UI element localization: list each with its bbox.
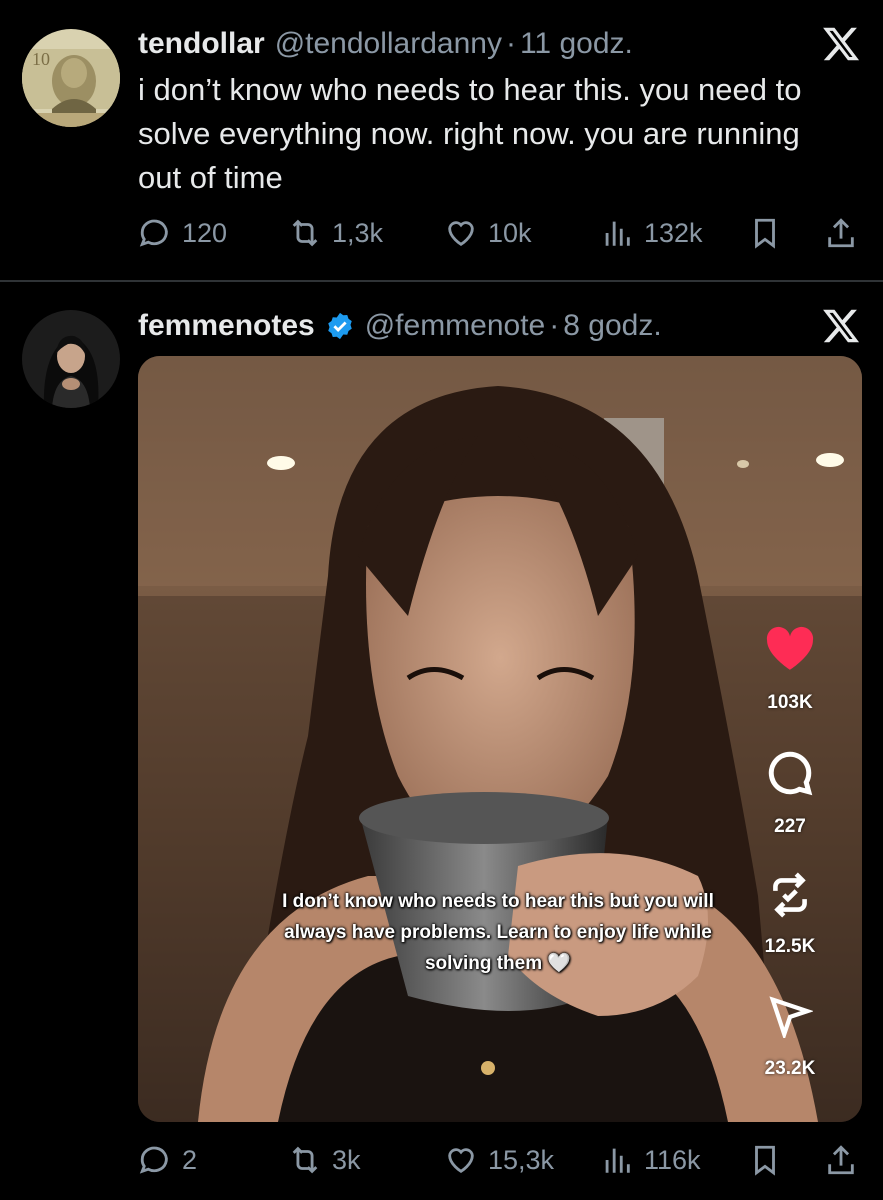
repost-arrows-icon <box>292 219 318 247</box>
heart-icon <box>766 626 814 670</box>
video-share-button[interactable] <box>740 992 840 1038</box>
action-bar: 120 1,3k 10k 132k <box>138 213 860 253</box>
speech-bubble-icon <box>139 1146 168 1174</box>
repost-arrows-icon <box>773 872 807 918</box>
view-count: 132k <box>644 217 703 248</box>
timestamp[interactable]: 11 godz. <box>520 27 633 61</box>
repost-arrows-icon <box>292 1146 318 1174</box>
tweet-femmenotes[interactable]: femmenotes @femmenote · 8 godz. 103K 227… <box>0 282 883 1200</box>
user-handle[interactable]: @femmenote <box>365 309 546 343</box>
share-button[interactable] <box>824 1140 858 1180</box>
view-count: 116k <box>644 1144 701 1175</box>
svg-text:10: 10 <box>32 49 50 69</box>
reply-button[interactable]: 120 <box>138 213 227 253</box>
repost-count: 1,3k <box>332 217 384 248</box>
bookmark-icon <box>755 1145 775 1176</box>
like-count: 15,3k <box>488 1144 555 1175</box>
video-like-button[interactable] <box>740 626 840 672</box>
speech-bubble-icon <box>139 219 168 247</box>
video-comment-count: 227 <box>774 816 806 837</box>
verified-badge-icon <box>327 312 352 340</box>
like-count: 10k <box>488 217 532 248</box>
views-button[interactable]: 116k <box>600 1140 701 1180</box>
like-button[interactable]: 10k <box>444 213 532 253</box>
video-repost-button[interactable] <box>740 870 840 920</box>
avatar[interactable]: 10 <box>22 29 120 127</box>
heart-icon <box>448 221 474 247</box>
video-repost-count: 12.5K <box>764 936 816 957</box>
like-button[interactable]: 15,3k <box>444 1140 554 1180</box>
video-comment-button[interactable] <box>740 748 840 798</box>
share-button[interactable] <box>824 213 858 253</box>
speech-bubble-icon <box>768 751 813 796</box>
separator-dot: · <box>549 309 560 342</box>
bookmark-button[interactable] <box>748 213 782 253</box>
send-paper-plane-icon <box>769 996 813 1038</box>
avatar[interactable] <box>22 310 120 408</box>
timestamp[interactable]: 8 godz. <box>563 309 661 343</box>
display-name[interactable]: tendollar <box>138 27 265 61</box>
repost-button[interactable]: 3k <box>288 1140 361 1180</box>
tweet-text: i don’t know who needs to hear this. you… <box>138 72 802 195</box>
bookmark-icon <box>755 218 775 249</box>
video-caption: I don’t know who needs to hear this but … <box>282 891 714 974</box>
views-button[interactable]: 132k <box>600 213 703 253</box>
bookmark-button[interactable] <box>748 1140 782 1180</box>
display-name[interactable]: femmenotes <box>138 309 315 343</box>
share-upload-icon <box>828 1145 854 1175</box>
user-handle[interactable]: @tendollardanny <box>275 27 502 61</box>
video-share-count: 23.2K <box>764 1058 816 1079</box>
reply-count: 120 <box>182 217 228 248</box>
repost-count: 3k <box>332 1144 361 1175</box>
video-like-count: 103K <box>767 692 813 713</box>
x-logo-icon <box>823 309 860 343</box>
bar-chart-icon <box>605 221 630 246</box>
reply-count: 2 <box>182 1144 198 1175</box>
tweet-tendollar[interactable]: 10 tendollar @tendollardanny · 11 godz. … <box>0 0 883 280</box>
reply-button[interactable]: 2 <box>138 1140 197 1180</box>
x-logo-icon <box>823 27 860 61</box>
share-upload-icon <box>828 218 854 248</box>
bar-chart-icon <box>605 1148 630 1173</box>
heart-icon <box>448 1148 474 1174</box>
separator-dot: · <box>505 27 516 60</box>
action-bar: 2 3k 15,3k 116k <box>138 1140 860 1180</box>
media-video[interactable]: 103K 227 12.5K 23.2K I don’t know who ne… <box>138 356 862 1122</box>
repost-button[interactable]: 1,3k <box>288 213 383 253</box>
